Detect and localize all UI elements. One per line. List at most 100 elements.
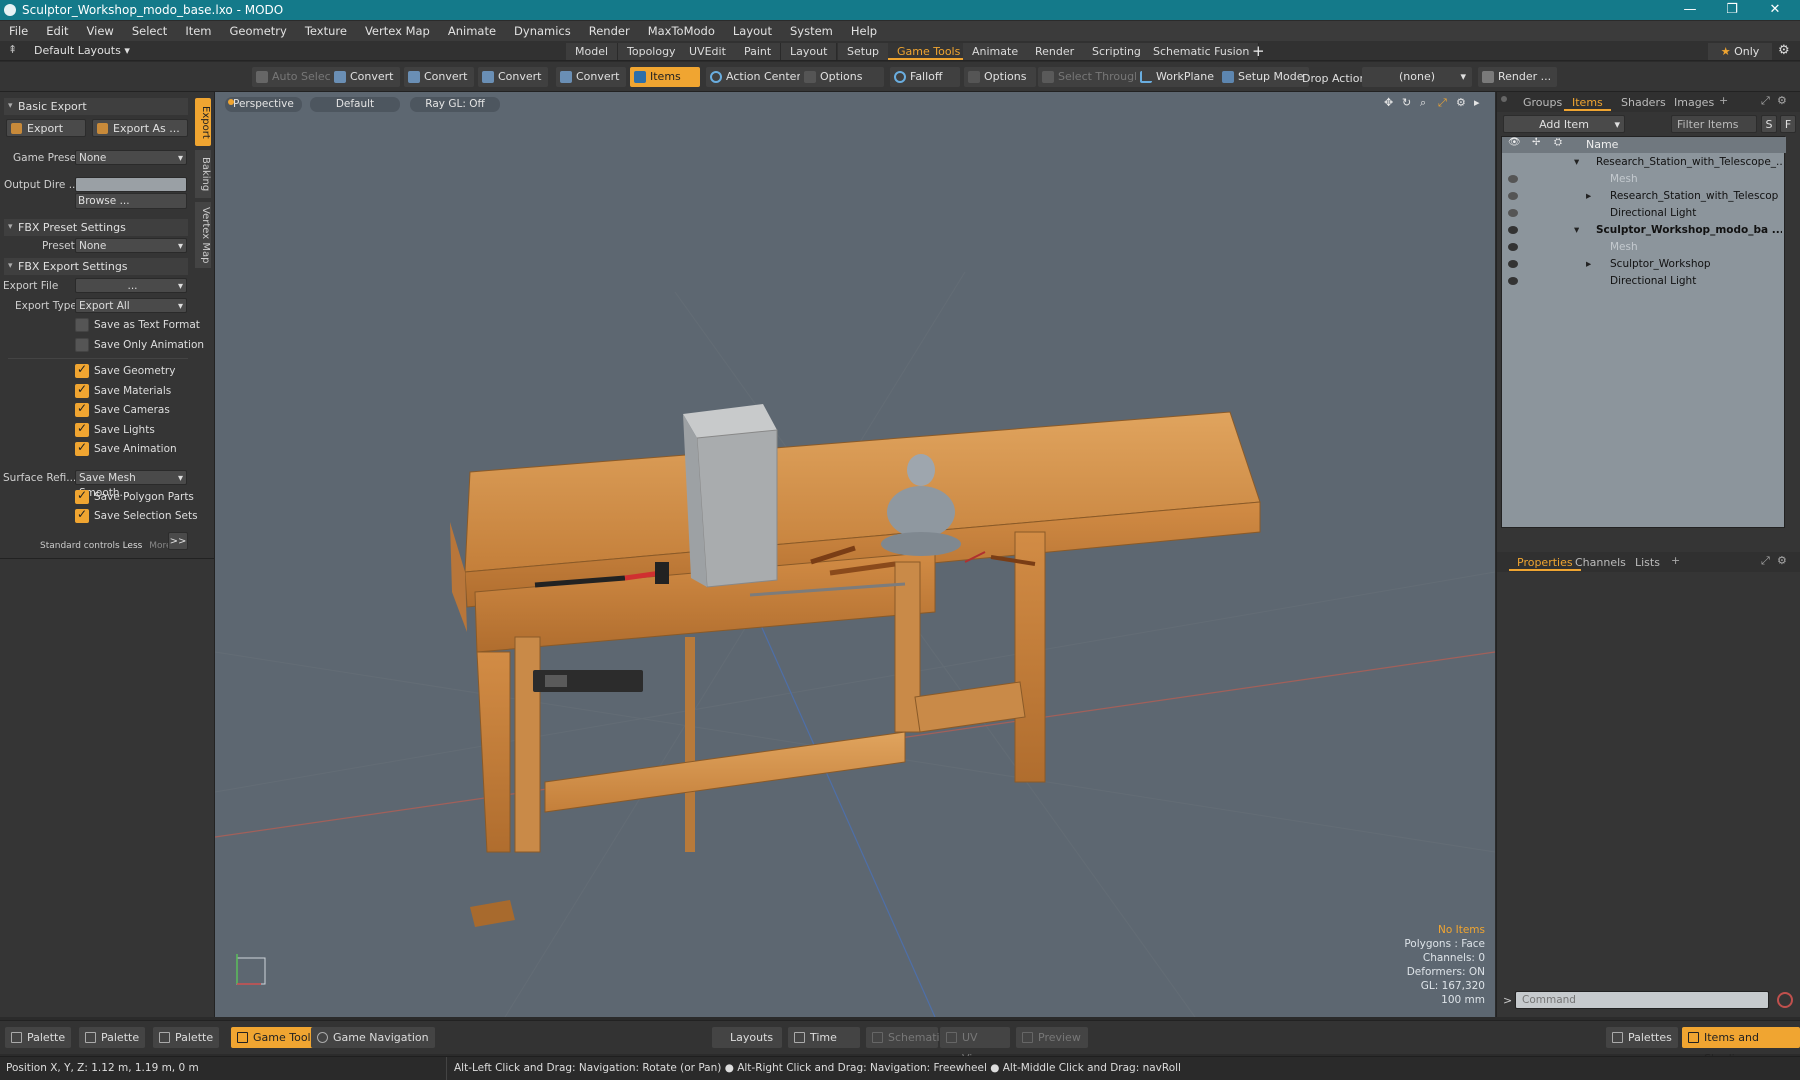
item-row[interactable]: ▾ Research_Station_with_Telescope_...: [1502, 154, 1786, 171]
save-materials-checkbox[interactable]: [75, 382, 89, 398]
tab-groups[interactable]: Groups: [1515, 94, 1570, 111]
export-type-dropdown[interactable]: Export All: [75, 298, 187, 314]
view-perspective-button[interactable]: Perspective: [225, 97, 302, 112]
side-tab-baking[interactable]: Baking: [195, 150, 211, 198]
convert-button-3[interactable]: Convert: [478, 67, 548, 87]
save-only-animation-checkbox[interactable]: [75, 338, 89, 352]
shading-default-button[interactable]: Default: [310, 97, 400, 112]
minimize-icon[interactable]: —: [1670, 0, 1710, 20]
menu-animate[interactable]: Animate: [439, 21, 505, 41]
menu-help[interactable]: Help: [842, 21, 886, 41]
export-as-button[interactable]: Export As ...: [92, 119, 188, 137]
convert-button-4[interactable]: Convert: [556, 67, 626, 87]
item-row[interactable]: Directional Light: [1502, 205, 1786, 222]
layouts-button[interactable]: Layouts: [712, 1027, 782, 1048]
stone-block[interactable]: [683, 404, 778, 588]
save-polygon-parts-checkbox[interactable]: [75, 488, 89, 504]
output-dir-input[interactable]: [75, 177, 187, 192]
layout-preset-dropdown[interactable]: Default Layouts ▾: [34, 44, 130, 57]
add-tab-icon[interactable]: +: [1719, 94, 1728, 107]
menu-file[interactable]: File: [0, 21, 37, 41]
eye-icon[interactable]: [1508, 226, 1518, 234]
convert-button-1[interactable]: Convert: [330, 67, 400, 87]
tab-scripting[interactable]: Scripting: [1083, 43, 1151, 60]
items-shading-button[interactable]: Items and Shading: [1682, 1027, 1800, 1065]
maximize-icon[interactable]: ❐: [1712, 0, 1752, 20]
expand-arrow-icon[interactable]: ▸: [1586, 256, 1591, 273]
filter-f-button[interactable]: F: [1780, 115, 1796, 133]
tab-model[interactable]: Model: [566, 43, 619, 60]
palette-button-2[interactable]: Palette: [79, 1027, 146, 1048]
tab-topology[interactable]: Topology: [618, 43, 686, 60]
layout-collapse-icon[interactable]: ⇞: [8, 43, 17, 56]
menu-vertex-map[interactable]: Vertex Map: [356, 21, 439, 41]
tab-uvedit[interactable]: UVEdit: [680, 43, 736, 60]
panel-settings-icon[interactable]: ⚙: [1777, 94, 1787, 107]
close-icon[interactable]: ✕: [1755, 0, 1795, 20]
select-through-button[interactable]: Select Through: [1038, 67, 1148, 87]
render-button[interactable]: Render ...: [1478, 67, 1558, 87]
command-input[interactable]: [1515, 991, 1769, 1009]
save-cameras-checkbox[interactable]: [75, 401, 89, 417]
item-row[interactable]: Mesh: [1502, 239, 1786, 256]
falloff-button[interactable]: Falloff: [890, 67, 960, 87]
viewport-menu-icon[interactable]: ▸: [1474, 96, 1480, 109]
save-text-format-checkbox[interactable]: [75, 318, 89, 332]
tab-lists[interactable]: Lists: [1627, 554, 1668, 571]
save-animation-checkbox[interactable]: [75, 440, 89, 456]
zoom-icon[interactable]: ⌕: [1420, 96, 1426, 110]
name-column-header[interactable]: Name: [1586, 138, 1618, 151]
setup-mode-button[interactable]: Setup Mode: [1218, 67, 1310, 87]
save-selection-sets-checkbox[interactable]: [75, 507, 89, 523]
fbx-preset-settings-header[interactable]: FBX Preset Settings: [4, 219, 188, 236]
add-item-button[interactable]: Add Item ▾: [1503, 115, 1625, 133]
palette-button-1[interactable]: Palette: [5, 1027, 72, 1048]
menu-item[interactable]: Item: [176, 21, 220, 41]
item-row[interactable]: ▾ Sculptor_Workshop_modo_ba ...: [1502, 222, 1786, 239]
3d-viewport[interactable]: Perspective Default Ray GL: Off ✥ ↻ ⌕ ⤢ …: [215, 92, 1495, 1017]
workbench-model[interactable]: [450, 411, 1261, 927]
add-tab-icon[interactable]: +: [1671, 554, 1680, 567]
rotate-icon[interactable]: ↻: [1402, 96, 1411, 109]
action-center-button[interactable]: Action Center: [706, 67, 807, 87]
items-mode-button[interactable]: Items: [630, 67, 700, 87]
basic-export-header[interactable]: Basic Export: [4, 98, 188, 115]
menu-select[interactable]: Select: [123, 21, 176, 41]
save-lights-checkbox[interactable]: [75, 421, 89, 437]
expand-arrow-icon[interactable]: ▾: [1574, 154, 1579, 171]
fit-icon[interactable]: ⤢: [1438, 96, 1447, 110]
export-file-dropdown[interactable]: ...: [75, 278, 187, 294]
preview-button[interactable]: Preview: [1016, 1027, 1088, 1048]
export-button[interactable]: Export: [6, 119, 86, 137]
item-tree[interactable]: 👁 ✢ ⛭ Name ▾ Research_Station_with_Telesc…: [1501, 136, 1786, 528]
pan-icon[interactable]: ✥: [1384, 96, 1393, 109]
menu-texture[interactable]: Texture: [296, 21, 356, 41]
only-button[interactable]: ★ Only: [1708, 43, 1772, 60]
tab-game-tools[interactable]: Game Tools: [888, 43, 971, 60]
maximize-panel-icon[interactable]: ⤢: [1761, 94, 1770, 108]
item-row[interactable]: Mesh: [1502, 171, 1786, 188]
settings-gear-icon[interactable]: ⚙: [1778, 43, 1790, 58]
expand-arrow-icon[interactable]: ▾: [1574, 222, 1579, 239]
tab-channels[interactable]: Channels: [1567, 554, 1634, 571]
tab-paint[interactable]: Paint: [735, 43, 782, 60]
tab-render[interactable]: Render: [1026, 43, 1085, 60]
tab-layout[interactable]: Layout: [781, 43, 838, 60]
auto-select-button[interactable]: Auto Select: [252, 67, 341, 87]
expand-arrow-icon[interactable]: ▸: [1586, 188, 1591, 205]
viewport-canvas[interactable]: [215, 92, 1495, 1017]
vise[interactable]: [533, 670, 643, 692]
menu-system[interactable]: System: [781, 21, 842, 41]
game-tools-button[interactable]: Game Tools: [231, 1027, 323, 1048]
record-icon[interactable]: [1777, 992, 1793, 1008]
menu-maxtomodo[interactable]: MaxToModo: [639, 21, 724, 41]
viewport-settings-icon[interactable]: ⚙: [1456, 96, 1466, 109]
menu-dynamics[interactable]: Dynamics: [505, 21, 580, 41]
convert-button-2[interactable]: Convert: [404, 67, 474, 87]
eye-icon[interactable]: [1508, 175, 1518, 183]
menu-view[interactable]: View: [78, 21, 123, 41]
less-link[interactable]: Less: [123, 541, 143, 551]
tab-shaders[interactable]: Shaders: [1613, 94, 1674, 111]
filter-items-input[interactable]: Filter Items: [1671, 115, 1757, 133]
tab-images[interactable]: Images: [1666, 94, 1722, 111]
